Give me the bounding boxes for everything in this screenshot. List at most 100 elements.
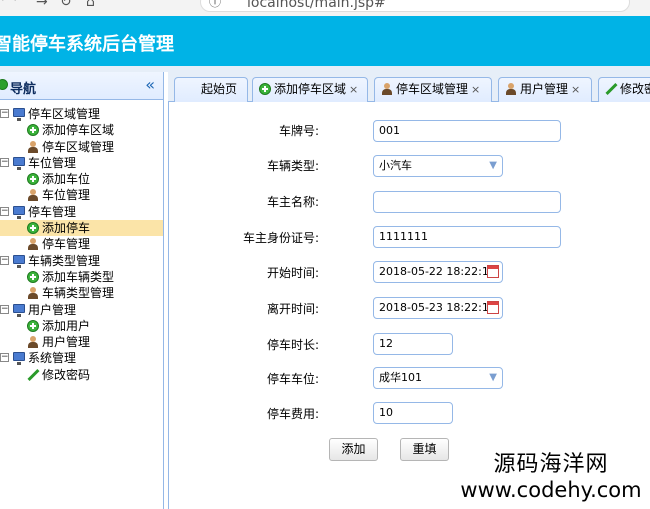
- collapse-toggle-icon[interactable]: −: [0, 109, 9, 118]
- tree-label: 用户管理: [42, 335, 91, 350]
- fee-input[interactable]: 10: [373, 402, 453, 424]
- user-icon: [27, 336, 39, 349]
- tree-item[interactable]: 添加车辆类型: [0, 269, 163, 285]
- reload-icon[interactable]: ↻: [60, 0, 72, 10]
- calendar-icon[interactable]: [487, 301, 499, 314]
- tree-label: 车位管理: [28, 155, 77, 170]
- close-icon[interactable]: ×: [471, 83, 480, 96]
- add-icon: [27, 124, 39, 137]
- computer-icon: [13, 303, 25, 317]
- sidebar: 导航 « − 停车区域管理 添加停车区域 停车区域管理 − 车位管理 添加车位 车位管理 − 停车…: [0, 72, 164, 509]
- plate-label: 车牌号:: [278, 124, 319, 138]
- vehicle-type-select[interactable]: 小汽车 ▼: [373, 155, 503, 177]
- computer-icon: [13, 156, 25, 170]
- parking-space-label: 停车车位:: [266, 372, 319, 386]
- tab-home[interactable]: 起始页: [174, 77, 248, 102]
- tree-label: 添加停车: [42, 221, 91, 236]
- tree-item[interactable]: 停车区域管理: [0, 139, 163, 155]
- start-time-label: 开始时间:: [266, 266, 319, 280]
- calendar-icon[interactable]: [487, 265, 499, 278]
- owner-name-input[interactable]: [373, 191, 561, 213]
- address-url[interactable]: localhost/main.jsp#: [247, 0, 386, 11]
- tab-user-manage[interactable]: 用户管理 ×: [498, 77, 592, 102]
- user-icon: [27, 238, 39, 251]
- collapse-toggle-icon[interactable]: −: [0, 206, 9, 216]
- tree-label: 停车管理: [42, 237, 91, 252]
- tree-group[interactable]: − 系统管理: [0, 350, 163, 366]
- tree-group[interactable]: − 用户管理: [0, 302, 163, 318]
- parking-space-select[interactable]: 成华101 ▼: [373, 367, 503, 389]
- address-bar[interactable]: ⓘ localhost/main.jsp#: [200, 0, 630, 12]
- sidebar-title: 导航: [10, 82, 37, 97]
- tree-item[interactable]: 修改密码: [0, 367, 163, 383]
- add-icon: [259, 83, 271, 95]
- end-time-input[interactable]: 2018-05-23 18:22:1: [373, 297, 503, 319]
- collapse-toggle-icon[interactable]: −: [0, 304, 9, 314]
- tree-label: 添加车辆类型: [42, 269, 115, 284]
- tree-item[interactable]: 车辆类型管理: [0, 285, 163, 301]
- tree-label: 车位管理: [42, 188, 91, 203]
- collapse-toggle-icon[interactable]: −: [0, 255, 9, 265]
- tree-group[interactable]: − 车位管理: [0, 155, 163, 171]
- tree-label: 修改密码: [42, 367, 91, 382]
- tree-item[interactable]: 添加用户: [0, 318, 163, 334]
- tree-label: 用户管理: [28, 302, 77, 317]
- owner-name-label: 车主名称:: [266, 195, 319, 209]
- watermark: 源码海洋网 www.codehy.com: [446, 452, 650, 502]
- home-icon[interactable]: ⌂: [86, 0, 95, 10]
- app-header: 智能停车系统后台管理: [0, 16, 650, 66]
- end-time-value: 2018-05-23 18:22:1: [379, 301, 489, 314]
- tree-item[interactable]: 用户管理: [0, 334, 163, 350]
- tree-label: 添加用户: [42, 318, 91, 333]
- forward-icon[interactable]: →: [36, 0, 48, 10]
- close-icon[interactable]: ×: [571, 83, 580, 96]
- fee-label: 停车费用:: [266, 407, 319, 421]
- add-icon: [27, 270, 39, 283]
- user-icon: [381, 83, 393, 95]
- tab-bar: 起始页 添加停车区域× 停车区域管理× 用户管理× 修改密: [168, 72, 650, 102]
- back-icon[interactable]: ⌒: [2, 0, 16, 14]
- tab-label: 添加停车区域: [274, 82, 347, 96]
- tree-item[interactable]: 添加停车区域: [0, 122, 163, 138]
- collapse-toggle-icon[interactable]: −: [0, 157, 9, 167]
- user-icon: [27, 287, 39, 300]
- tab-parking-area-manage[interactable]: 停车区域管理 ×: [374, 77, 492, 102]
- tree-label: 车辆类型管理: [42, 286, 115, 301]
- tree-item[interactable]: 添加车位: [0, 171, 163, 187]
- user-icon: [27, 140, 39, 153]
- tree-label: 停车区域管理: [28, 107, 101, 121]
- owner-id-input[interactable]: 1111111: [373, 226, 561, 248]
- close-icon[interactable]: ×: [349, 83, 358, 96]
- chevron-down-icon: ▼: [489, 160, 497, 171]
- vehicle-type-label: 车辆类型:: [266, 159, 319, 173]
- user-icon: [505, 83, 517, 95]
- site-info-icon[interactable]: ⓘ: [209, 0, 221, 10]
- tree-label: 添加车位: [42, 172, 91, 187]
- collapse-toggle-icon[interactable]: −: [0, 353, 9, 363]
- nav-tree: − 停车区域管理 添加停车区域 停车区域管理 − 车位管理 添加车位 车位管理 − 停车管理 添加停…: [0, 100, 163, 383]
- reset-button[interactable]: 重填: [400, 438, 449, 461]
- app-title: 智能停车系统后台管理: [0, 34, 174, 55]
- watermark-en: www.codehy.com: [460, 478, 642, 502]
- tree-item[interactable]: 添加停车: [0, 220, 163, 237]
- tree-item[interactable]: 车位管理: [0, 187, 163, 203]
- tab-add-parking-area[interactable]: 添加停车区域 ×: [252, 77, 368, 102]
- tree-item[interactable]: 停车管理: [0, 236, 163, 252]
- browser-toolbar: ⌒ → ↻ ⌂ ⓘ localhost/main.jsp#: [0, 0, 650, 16]
- tab-label: 停车区域管理: [396, 82, 469, 96]
- tree-label: 车辆类型管理: [28, 253, 101, 268]
- tree-group[interactable]: − 车辆类型管理: [0, 253, 163, 269]
- add-button[interactable]: 添加: [329, 438, 378, 461]
- end-time-label: 离开时间:: [266, 302, 319, 316]
- sidebar-header: 导航 «: [0, 72, 163, 100]
- duration-input[interactable]: 12: [373, 333, 453, 355]
- tree-label: 系统管理: [28, 351, 77, 366]
- add-icon: [27, 319, 39, 332]
- computer-icon: [13, 205, 25, 219]
- collapse-sidebar-icon[interactable]: «: [145, 75, 155, 94]
- start-time-input[interactable]: 2018-05-22 18:22:1: [373, 261, 503, 283]
- tree-group[interactable]: − 停车管理: [0, 204, 163, 220]
- tab-change-password[interactable]: 修改密: [598, 77, 650, 102]
- tree-group[interactable]: − 停车区域管理: [0, 106, 163, 122]
- plate-input[interactable]: 001: [373, 120, 561, 142]
